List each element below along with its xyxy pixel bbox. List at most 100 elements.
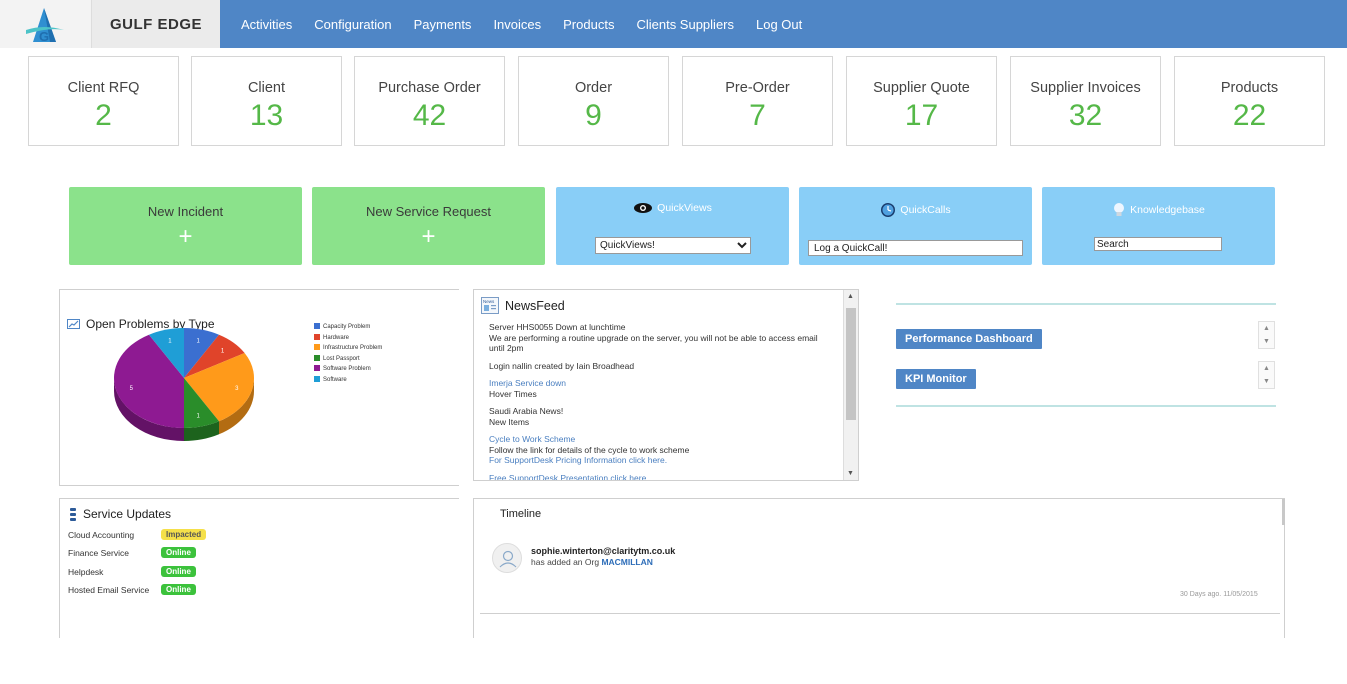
stat-label: Client RFQ: [67, 80, 140, 96]
stat-card-products[interactable]: Products 22: [1174, 56, 1325, 146]
top-navigation-bar: G GULF EDGE Activities Configuration Pay…: [0, 0, 1347, 48]
timeline-title: Timeline: [500, 508, 542, 520]
stat-label: Order: [574, 80, 613, 96]
timeline-user[interactable]: sophie.winterton@claritytm.co.uk: [531, 546, 675, 556]
news-text: We are performing a routine upgrade on t…: [489, 332, 818, 354]
service-updates-panel: Service Updates Cloud Accounting Impacte…: [59, 498, 459, 638]
divider: [480, 613, 1280, 614]
brand-name: GULF EDGE: [92, 0, 220, 48]
stat-card-purchase-order[interactable]: Purchase Order 42: [354, 56, 505, 146]
knowledgebase-search-input[interactable]: [1094, 237, 1222, 251]
nav-log-out[interactable]: Log Out: [756, 17, 802, 32]
gulf-edge-logo-icon: G: [26, 8, 64, 44]
news-icon: News: [481, 297, 499, 314]
stat-value: 32: [1068, 99, 1103, 132]
news-link[interactable]: Free SupportDesk Presentation click here: [489, 473, 834, 481]
news-text: Login nallin created by Iain Broadhead: [489, 360, 635, 371]
legend-item: Software: [314, 375, 382, 386]
main-nav: Activities Configuration Payments Invoic…: [230, 0, 813, 48]
service-name: Finance Service: [68, 548, 129, 558]
status-badge: Impacted: [161, 529, 207, 540]
new-service-request-tile[interactable]: New Service Request +: [312, 187, 545, 265]
status-badge: Online: [161, 566, 196, 577]
stat-value: 9: [585, 99, 602, 132]
service-name: Cloud Accounting: [68, 530, 135, 540]
line-chart-icon: [67, 319, 80, 329]
svg-text:News: News: [483, 299, 495, 304]
legend-item: Infrastructure Problem: [314, 343, 382, 354]
stat-label: Supplier Quote: [873, 80, 970, 96]
timeline-action: has added an Org MACMILLAN: [531, 557, 653, 567]
service-icon: [70, 507, 76, 521]
timeline-scrollbar[interactable]: [1282, 499, 1285, 525]
nav-clients-suppliers[interactable]: Clients Suppliers: [636, 17, 734, 32]
stat-card-pre-order[interactable]: Pre-Order 7: [682, 56, 833, 146]
quickviews-select[interactable]: QuickViews!: [595, 237, 751, 254]
plus-icon: +: [421, 223, 436, 250]
status-badge: Online: [161, 547, 196, 558]
news-text: Follow the link for details of the cycle…: [489, 444, 690, 455]
stat-value: 22: [1232, 99, 1267, 132]
stat-card-supplier-quote[interactable]: Supplier Quote 17: [846, 56, 997, 146]
legend-item: Lost Passport: [314, 354, 382, 365]
open-problems-panel: Open Problems by Type 113151 Capacity Pr…: [59, 289, 459, 486]
service-name: Helpdesk: [68, 567, 104, 577]
nav-activities[interactable]: Activities: [241, 17, 292, 32]
lightbulb-icon: [1114, 203, 1125, 216]
nav-products[interactable]: Products: [563, 17, 614, 32]
user-icon: [499, 550, 517, 568]
stat-value: 13: [249, 99, 284, 132]
kpi-monitor-button[interactable]: KPI Monitor: [896, 369, 976, 389]
new-incident-tile[interactable]: New Incident +: [69, 187, 302, 265]
service-name: Hosted Email Service: [68, 585, 150, 595]
news-link[interactable]: For SupportDesk Pricing Information clic…: [489, 455, 834, 466]
knowledgebase-title: Knowledgebase: [1130, 204, 1205, 216]
timeline-time: 30 Days ago. 11/05/2015: [1180, 591, 1258, 598]
stat-card-client-rfq[interactable]: Client RFQ 2: [28, 56, 179, 146]
new-incident-label: New Incident: [147, 204, 224, 219]
new-service-request-label: New Service Request: [366, 204, 491, 219]
quickcall-input[interactable]: [808, 240, 1023, 256]
performance-dashboard-button[interactable]: Performance Dashboard: [896, 329, 1042, 349]
news-link[interactable]: Cycle to Work Scheme: [489, 434, 834, 445]
divider: [896, 405, 1276, 407]
stat-label: Client: [247, 80, 286, 96]
stat-card-supplier-invoices[interactable]: Supplier Invoices 32: [1010, 56, 1161, 146]
newsfeed-title: NewsFeed: [505, 298, 565, 313]
stat-card-order[interactable]: Order 9: [518, 56, 669, 146]
service-updates-title: Service Updates: [83, 507, 172, 521]
problems-pie-chart: 113151: [114, 328, 254, 441]
timeline-org-link[interactable]: MACMILLAN: [601, 557, 652, 567]
divider: [896, 303, 1276, 305]
kpi-spinner[interactable]: ▲ ▼: [1258, 361, 1275, 389]
scroll-up-icon[interactable]: ▲: [847, 293, 854, 300]
nav-payments[interactable]: Payments: [414, 17, 472, 32]
dashboard-spinner[interactable]: ▲ ▼: [1258, 321, 1275, 349]
status-badge: Online: [161, 584, 196, 595]
svg-text:G: G: [39, 29, 49, 44]
news-text: Server HHS0055 Down at lunchtime: [489, 322, 626, 332]
stat-value: 7: [749, 99, 766, 132]
nav-invoices[interactable]: Invoices: [493, 17, 541, 32]
stat-value: 2: [95, 99, 112, 132]
eye-icon: [634, 203, 653, 213]
news-text: Hover Times: [489, 388, 537, 399]
newsfeed-scrollbar[interactable]: ▲ ▼: [843, 290, 858, 480]
scrollbar-thumb[interactable]: [846, 308, 856, 420]
news-text: Saudi Arabia News!: [489, 406, 564, 416]
clock-icon: [881, 203, 896, 217]
stat-value: 42: [412, 99, 447, 132]
logo[interactable]: G: [0, 0, 92, 48]
news-link[interactable]: Imerja Service down: [489, 378, 834, 389]
newsfeed-panel: News NewsFeed Server HHS0055 Down at lun…: [473, 289, 859, 481]
nav-configuration[interactable]: Configuration: [314, 17, 391, 32]
user-avatar: [492, 543, 522, 573]
quickviews-tile: QuickViews QuickViews!: [556, 187, 789, 265]
scroll-down-icon[interactable]: ▼: [847, 470, 854, 477]
legend-item: Software Problem: [314, 364, 382, 375]
stat-card-client[interactable]: Client 13: [191, 56, 342, 146]
